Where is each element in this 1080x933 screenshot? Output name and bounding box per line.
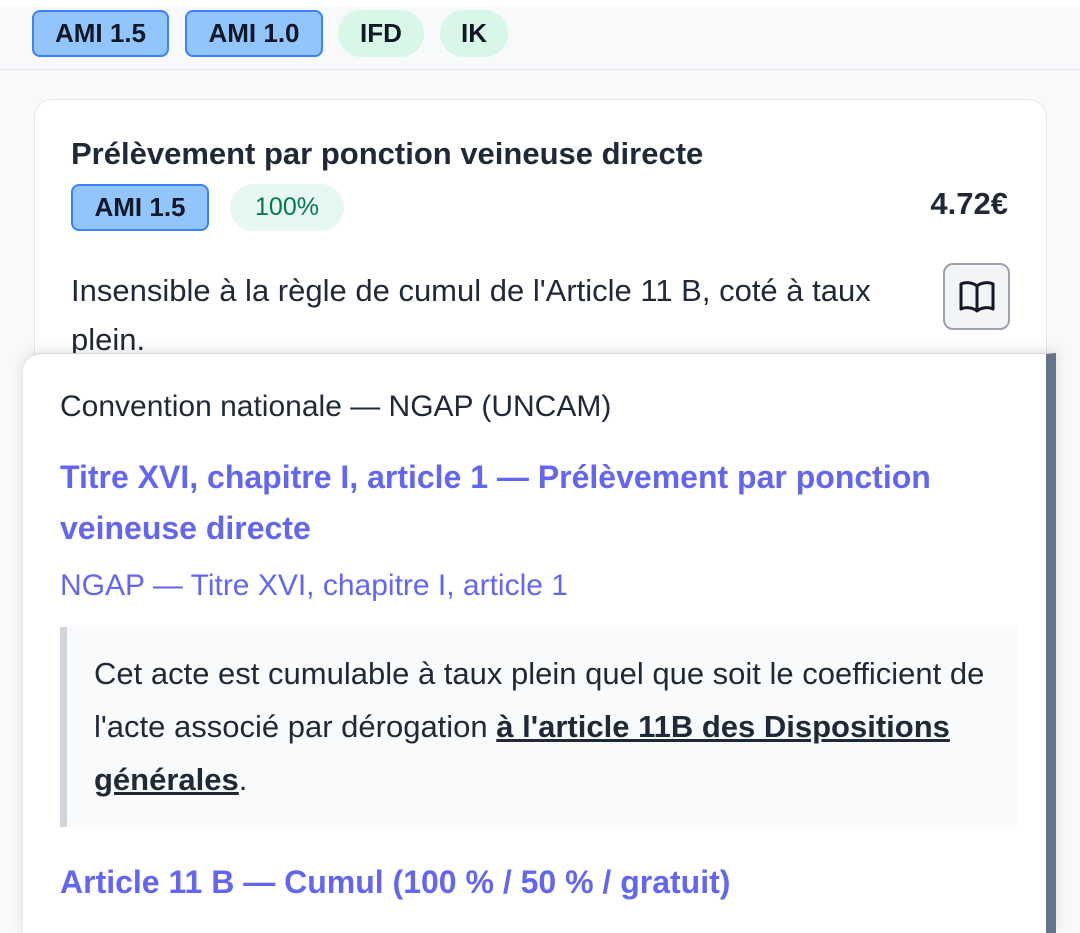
reference-button[interactable] <box>943 263 1010 330</box>
code-tabs-bar: AMI 1.5 AMI 1.0 IFD IK <box>0 0 1080 70</box>
act-code-badge: AMI 1.5 <box>71 184 209 231</box>
popover-reference-link[interactable]: NGAP — Titre XVI, chapitre I, article 1 <box>60 569 568 603</box>
tab-ik[interactable]: IK <box>440 10 508 57</box>
tab-ami-1-5[interactable]: AMI 1.5 <box>32 10 169 57</box>
act-description: Insensible à la règle de cumul de l'Arti… <box>71 273 871 357</box>
open-book-icon <box>959 280 994 312</box>
divider <box>0 69 1080 70</box>
reference-popover: Convention nationale — NGAP (UNCAM) Titr… <box>23 353 1056 933</box>
top-strip <box>0 0 1080 6</box>
act-title: Prélèvement par ponction veineuse direct… <box>71 136 704 171</box>
rate-badge: 100% <box>230 184 344 231</box>
article-11b-heading-link[interactable]: Article 11 B — Cumul (100 % / 50 % / gra… <box>60 864 730 901</box>
act-price: 4.72€ <box>930 186 1008 221</box>
popover-quote: Cet acte est cumulable à taux plein quel… <box>60 627 1018 827</box>
popover-source: Convention nationale — NGAP (UNCAM) <box>60 390 612 423</box>
tab-ami-1-0[interactable]: AMI 1.0 <box>185 10 323 57</box>
quote-text: Cet acte est cumulable à taux plein quel… <box>94 647 994 806</box>
tab-ifd[interactable]: IFD <box>338 10 424 57</box>
popover-heading-link[interactable]: Titre XVI, chapitre I, article 1 — Prélè… <box>60 452 1020 554</box>
quote-text-after: . <box>238 762 248 797</box>
